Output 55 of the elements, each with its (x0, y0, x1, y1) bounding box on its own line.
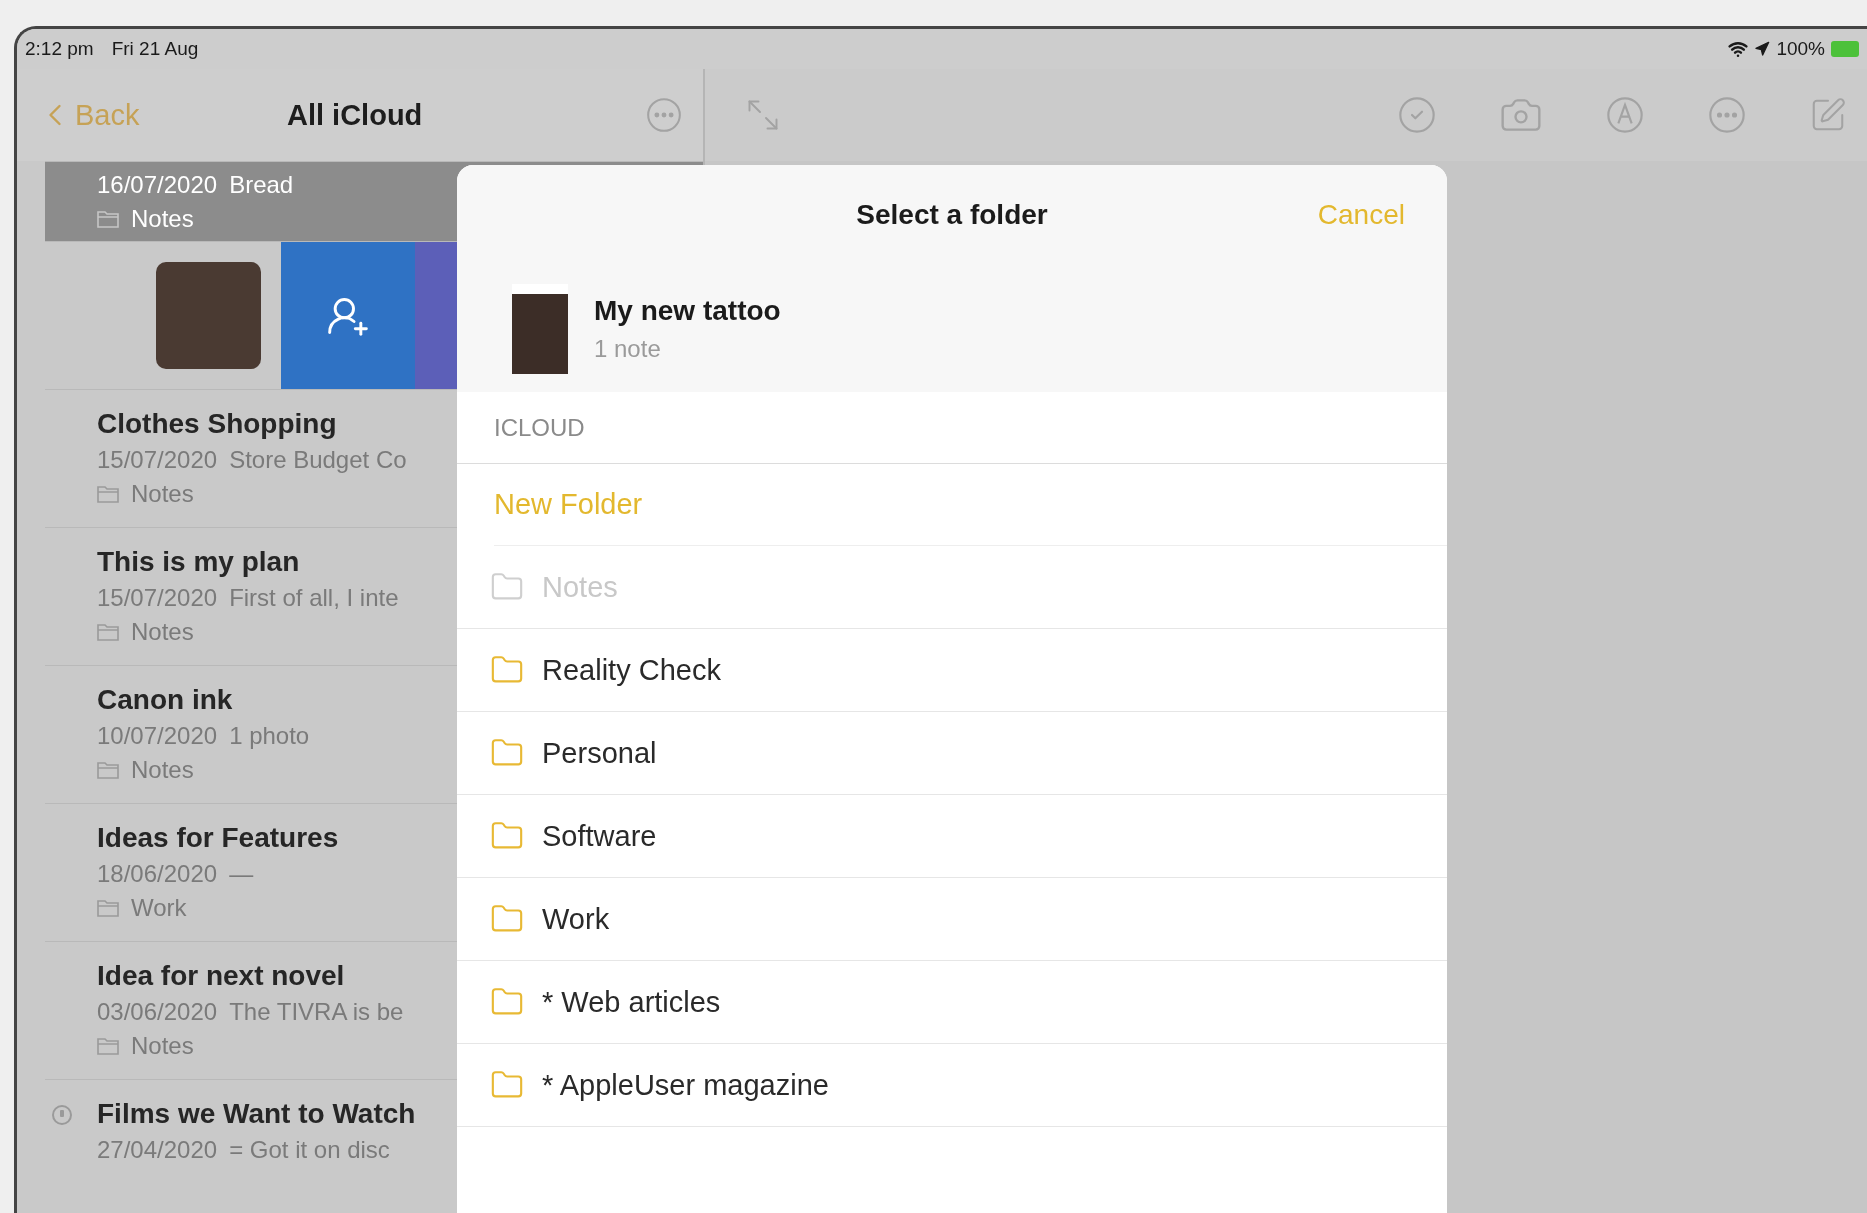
markup-button[interactable] (1605, 95, 1645, 135)
note-preview: — (229, 860, 254, 888)
note-date: 16/07/2020 (97, 170, 218, 199)
note-folder: Notes (131, 756, 194, 784)
note-count: 1 note (594, 334, 662, 363)
folder-icon (97, 485, 119, 503)
more-button[interactable] (645, 96, 683, 134)
expand-button[interactable] (745, 97, 781, 133)
note-title: Films we Want to Watch (97, 1098, 416, 1130)
checklist-button[interactable] (1397, 95, 1437, 135)
section-header: ICLOUD (494, 413, 585, 442)
list-title: All iCloud (287, 98, 423, 132)
note-preview: 1 photo (229, 722, 310, 750)
folder-icon (97, 209, 119, 228)
note-preview: The TIVRA is be (229, 998, 404, 1026)
folder-icon (97, 899, 119, 917)
note-date: 03/06/2020 (97, 998, 218, 1026)
note-date: 10/07/2020 (97, 722, 218, 750)
markup-icon (1605, 95, 1645, 135)
folder-item[interactable]: Personal (490, 736, 657, 770)
more-icon (1707, 95, 1747, 135)
folder-icon (97, 1037, 119, 1055)
note-preview: Bread (229, 170, 294, 199)
folder-item[interactable]: Software (490, 819, 657, 853)
check-circle-icon (1397, 95, 1437, 135)
battery-percent: 100% (1776, 38, 1825, 60)
note-preview: First of all, I inte (229, 584, 399, 612)
folder-item[interactable]: Work (490, 902, 610, 936)
note-title: Idea for next novel (97, 960, 345, 992)
note-title: Ideas for Features (97, 822, 339, 854)
note-preview: = Got it on disc (229, 1136, 390, 1164)
note-date: 27/04/2020 (97, 1136, 218, 1164)
note-folder: Notes (131, 618, 194, 646)
dialog-title: Select a folder (856, 199, 1048, 231)
status-time: 2:12 pm (25, 38, 94, 60)
more-icon (645, 96, 683, 134)
expand-icon (745, 97, 781, 133)
note-date: 15/07/2020 (97, 446, 218, 474)
note-title: This is my plan (97, 546, 300, 578)
note-title: My new tattoo (594, 294, 781, 327)
note-title: Clothes Shopping (97, 408, 337, 440)
more-button[interactable] (1707, 95, 1747, 135)
note-folder: Notes (131, 1032, 194, 1060)
folder-icon (97, 761, 119, 779)
location-icon (1754, 41, 1771, 57)
note-date: 18/06/2020 (97, 860, 218, 888)
folder-icon (97, 623, 119, 641)
note-title: Canon ink (97, 684, 233, 716)
note-folder: Work (131, 894, 187, 922)
status-date: Fri 21 Aug (111, 38, 199, 60)
note-preview: Store Budget Co (229, 446, 407, 474)
note-folder: Notes (131, 204, 194, 233)
note-date: 15/07/2020 (97, 584, 218, 612)
note-folder: Notes (131, 480, 194, 508)
wifi-icon (1728, 39, 1749, 59)
